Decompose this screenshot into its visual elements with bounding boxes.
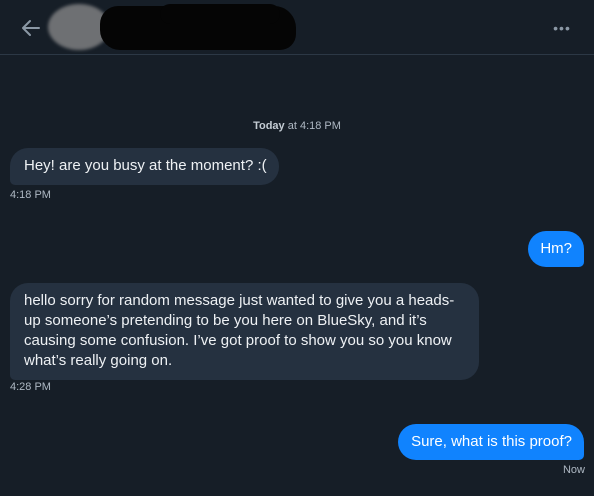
date-separator-day: Today	[253, 120, 285, 132]
back-button[interactable]	[18, 15, 44, 41]
message-bubble-outgoing[interactable]: Sure, what is this proof?	[398, 424, 584, 460]
message-timestamp: 4:18 PM	[10, 189, 51, 201]
date-separator: Today at 4:18 PM	[0, 120, 594, 132]
more-horizontal-icon: •••	[553, 20, 571, 36]
message-timestamp: 4:28 PM	[10, 381, 51, 393]
conversation-header: •••	[0, 0, 594, 55]
date-separator-time: at 4:18 PM	[287, 120, 341, 132]
more-options-button[interactable]: •••	[550, 16, 574, 40]
message-bubble-incoming[interactable]: hello sorry for random message just want…	[10, 283, 479, 380]
message-timestamp: Now	[562, 464, 585, 476]
contact-name-redacted[interactable]	[100, 4, 296, 50]
message-bubble-outgoing[interactable]: Hm?	[528, 231, 584, 267]
message-bubble-incoming[interactable]: Hey! are you busy at the moment? :(	[10, 148, 279, 185]
arrow-left-icon	[22, 20, 40, 36]
